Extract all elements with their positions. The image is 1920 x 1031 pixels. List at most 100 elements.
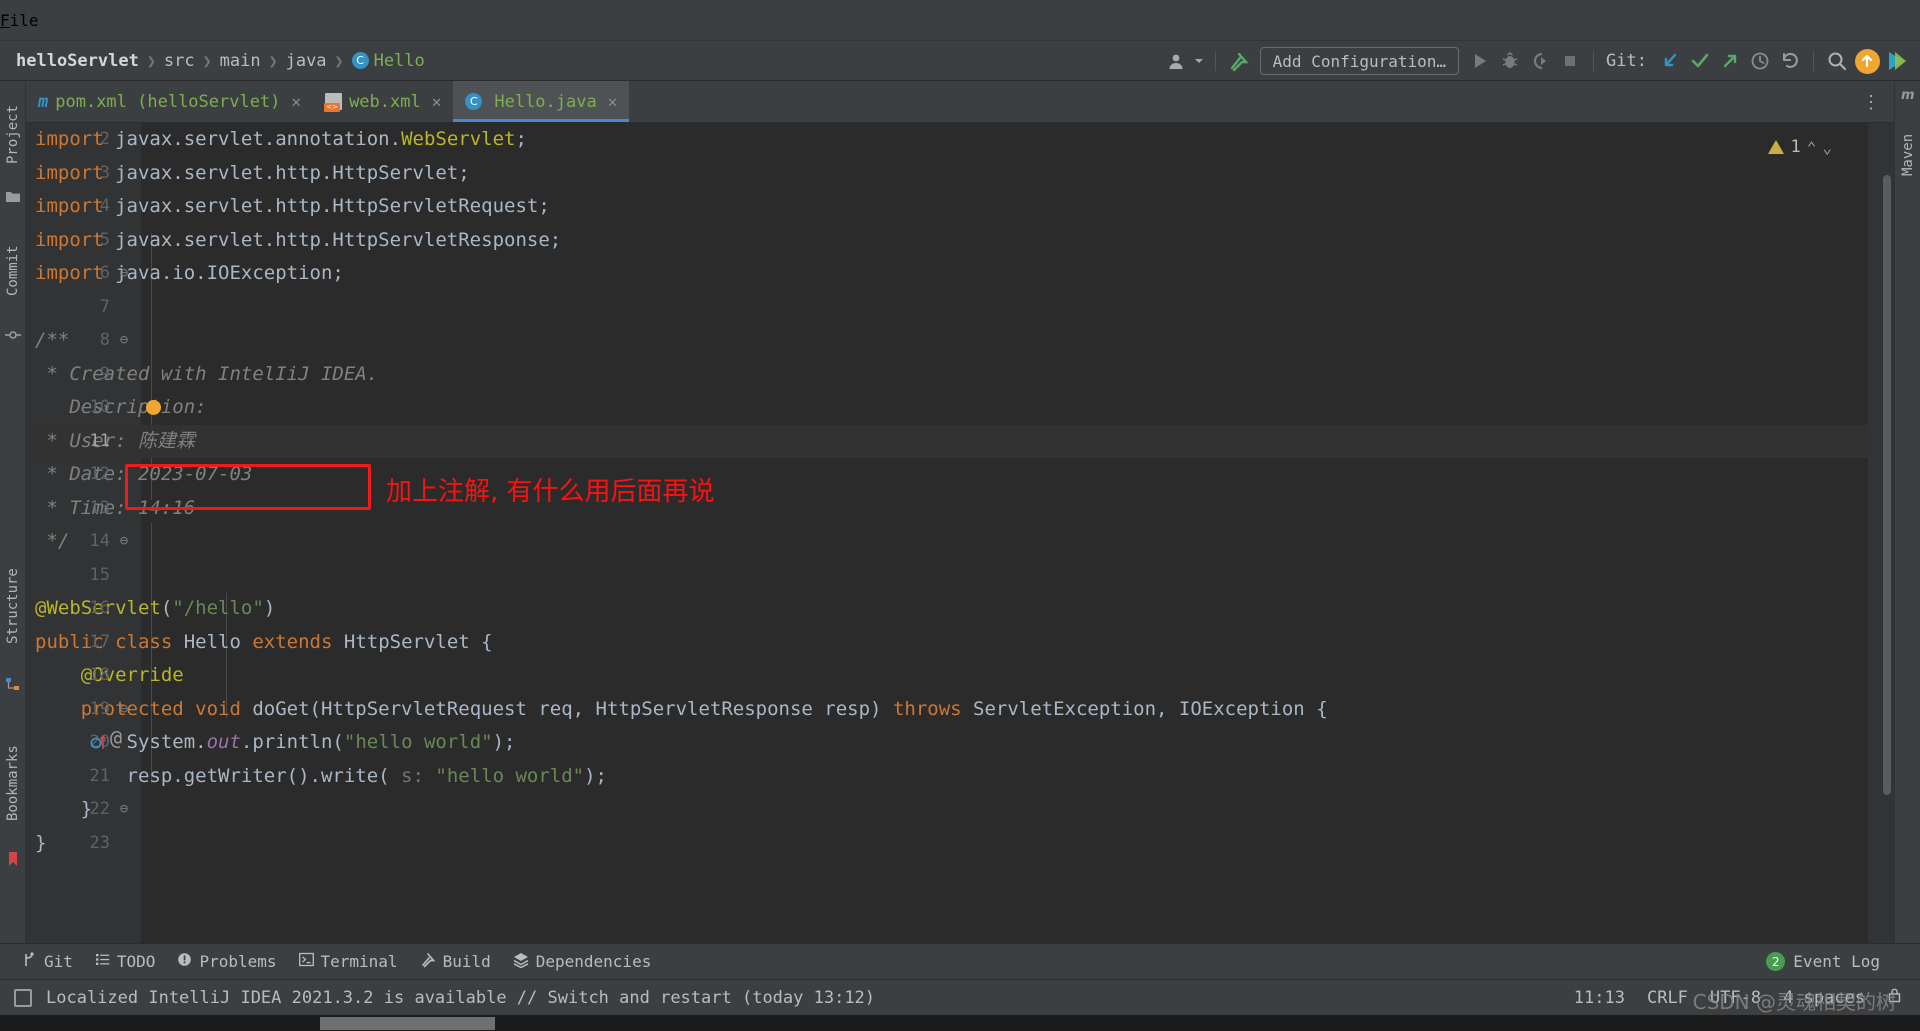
breadcrumb-separator: ❯: [146, 51, 156, 70]
code-line[interactable]: 12 * Date: 2023-07-03: [26, 458, 1894, 492]
tab-web-xml[interactable]: web.xml ✕: [313, 81, 453, 122]
breadcrumb-separator: ❯: [268, 51, 278, 70]
maven-pom-icon: m: [38, 91, 49, 112]
breadcrumb-java[interactable]: java: [286, 51, 327, 71]
close-icon[interactable]: ✕: [432, 92, 442, 111]
git-update-arrow-icon[interactable]: [1655, 46, 1685, 76]
code-token: out: [206, 731, 241, 753]
code-line[interactable]: 4 import javax.servlet.http.HttpServletRe…: [26, 190, 1894, 224]
code-line[interactable]: 8 ⊖/**: [26, 324, 1894, 358]
breadcrumb-main[interactable]: main: [220, 51, 261, 71]
git-history-clock-icon[interactable]: [1745, 46, 1775, 76]
code-line[interactable]: 19 ⊖ protected void doGet(HttpServletRequ…: [26, 693, 1894, 727]
structure-icon[interactable]: [5, 676, 21, 692]
code-fold-toggle-icon[interactable]: ⊖: [116, 693, 132, 727]
sidebar-item-bookmarks[interactable]: Bookmarks: [0, 726, 26, 841]
taskbar-item[interactable]: [320, 1017, 495, 1030]
chevron-up-icon[interactable]: ⌃: [1807, 138, 1817, 157]
code-line[interactable]: 2 import javax.servlet.annotation.WebServ…: [26, 123, 1894, 157]
folder-icon[interactable]: [5, 189, 21, 205]
inspection-warning-widget[interactable]: 1 ⌃ ⌄: [1768, 137, 1832, 157]
breadcrumb-project[interactable]: helloServlet: [16, 51, 139, 71]
os-taskbar: [0, 1015, 1920, 1031]
error-stripe-gutter[interactable]: [1868, 123, 1894, 943]
code-fold-toggle-icon[interactable]: ⊖: [116, 793, 132, 827]
more-options-vertical-icon[interactable]: ⋮: [1862, 92, 1880, 113]
stop-square-icon[interactable]: [1555, 46, 1585, 76]
run-with-coverage-icon[interactable]: [1525, 46, 1555, 76]
code-fold-toggle-icon[interactable]: ⊖: [116, 324, 132, 358]
tool-window-git[interactable]: Git: [22, 951, 73, 972]
code-line[interactable]: 16 @WebServlet("/hello"): [26, 592, 1894, 626]
code-line[interactable]: 23}: [26, 827, 1894, 861]
tool-window-todo[interactable]: TODO: [95, 952, 155, 971]
status-message[interactable]: Localized IntelliJ IDEA 2021.3.2 is avai…: [46, 988, 875, 1008]
editor-vertical-scrollbar[interactable]: [1883, 175, 1891, 795]
add-configuration-button[interactable]: Add Configuration…: [1259, 47, 1460, 75]
update-available-icon[interactable]: [1852, 46, 1882, 76]
git-toolbar-label: Git:: [1606, 51, 1647, 71]
code-line[interactable]: 3 import javax.servlet.http.HttpServlet;: [26, 157, 1894, 191]
git-commit-check-icon[interactable]: [1685, 46, 1715, 76]
code-line[interactable]: 21 resp.getWriter().write( s: "hello wor…: [26, 760, 1894, 794]
code-line[interactable]: 22 ⊖ }: [26, 793, 1894, 827]
code-fold-toggle-icon[interactable]: ⊖: [116, 257, 132, 291]
sidebar-item-structure[interactable]: Structure: [0, 551, 26, 661]
breadcrumb-class[interactable]: Hello: [374, 51, 425, 71]
todo-list-icon: [95, 952, 110, 971]
caret-position-widget[interactable]: 11:13: [1574, 988, 1625, 1008]
sidebar-item-project[interactable]: Project: [0, 89, 26, 179]
code-line[interactable]: 9 * Created with IntelIiJ IDEA.: [26, 358, 1894, 392]
line-separator-widget[interactable]: CRLF: [1647, 988, 1688, 1008]
code-line[interactable]: 20 System.out.println("hello world");: [26, 726, 1894, 760]
git-branch-icon: [22, 951, 37, 972]
tool-window-problems[interactable]: Problems: [177, 952, 277, 971]
commit-icon[interactable]: [5, 327, 21, 343]
code-line[interactable]: 11 * User: 陈建霖: [26, 424, 1894, 458]
sidebar-item-commit[interactable]: Commit: [0, 226, 26, 316]
toolbar-separator: [1593, 51, 1595, 71]
code-line[interactable]: 17 public class Hello extends HttpServlet…: [26, 626, 1894, 660]
code-line[interactable]: 5 import javax.servlet.http.HttpServletRe…: [26, 224, 1894, 258]
run-play-icon[interactable]: [1465, 46, 1495, 76]
code-token: javax.servlet.annotation.: [115, 128, 402, 150]
tab-label: pom.xml (helloServlet): [55, 91, 281, 112]
ide-feature-trainer-icon[interactable]: [1882, 46, 1912, 76]
code-line[interactable]: 6 ⊖ import java.io.IOException;: [26, 257, 1894, 291]
code-fold-toggle-icon[interactable]: ⊖: [116, 525, 132, 559]
left-tool-window-bar: Project Commit Structure Bookmarks: [0, 81, 26, 943]
close-icon[interactable]: ✕: [608, 92, 618, 111]
user-avatar-icon[interactable]: [1161, 46, 1191, 76]
tab-pom-xml[interactable]: m pom.xml (helloServlet) ✕: [26, 81, 313, 122]
code-lines-container[interactable]: 2 import javax.servlet.annotation.WebServ…: [26, 123, 1894, 860]
chevron-down-icon[interactable]: [1191, 46, 1207, 76]
annotation-marker-icon[interactable]: @: [110, 726, 122, 750]
tool-window-terminal[interactable]: Terminal: [298, 952, 398, 971]
maven-m-icon[interactable]: m: [1900, 86, 1916, 103]
ide-notification-icon[interactable]: [14, 988, 32, 1007]
debug-bug-icon[interactable]: [1495, 46, 1525, 76]
intention-bulb-icon[interactable]: [146, 400, 161, 415]
code-line[interactable]: 15: [26, 559, 1894, 593]
git-rollback-undo-icon[interactable]: [1775, 46, 1805, 76]
code-editor[interactable]: 2 import javax.servlet.annotation.WebServ…: [26, 123, 1894, 943]
hammer-build-icon[interactable]: [1224, 46, 1254, 76]
code-line[interactable]: 18 @Override: [26, 659, 1894, 693]
sidebar-item-maven[interactable]: Maven: [1895, 115, 1920, 195]
override-method-marker-icon[interactable]: [90, 731, 110, 755]
bookmark-icon[interactable]: [5, 851, 21, 867]
chevron-down-icon[interactable]: ⌄: [1822, 138, 1832, 157]
tool-window-dependencies[interactable]: Dependencies: [513, 952, 651, 972]
code-line[interactable]: 13 * Time: 14:16: [26, 492, 1894, 526]
code-token: );: [492, 731, 516, 753]
code-line[interactable]: 14 ⊖ */: [26, 525, 1894, 559]
breadcrumb-src[interactable]: src: [164, 51, 195, 71]
search-magnifier-icon[interactable]: [1822, 46, 1852, 76]
close-icon[interactable]: ✕: [291, 92, 301, 111]
code-line[interactable]: 7: [26, 291, 1894, 325]
event-log-widget[interactable]: 2 Event Log: [1766, 952, 1880, 971]
code-line[interactable]: 10 Description:: [26, 391, 1894, 425]
tab-hello-java[interactable]: C Hello.java ✕: [453, 81, 630, 122]
git-push-arrow-icon[interactable]: [1715, 46, 1745, 76]
tool-window-build[interactable]: Build: [420, 952, 491, 972]
